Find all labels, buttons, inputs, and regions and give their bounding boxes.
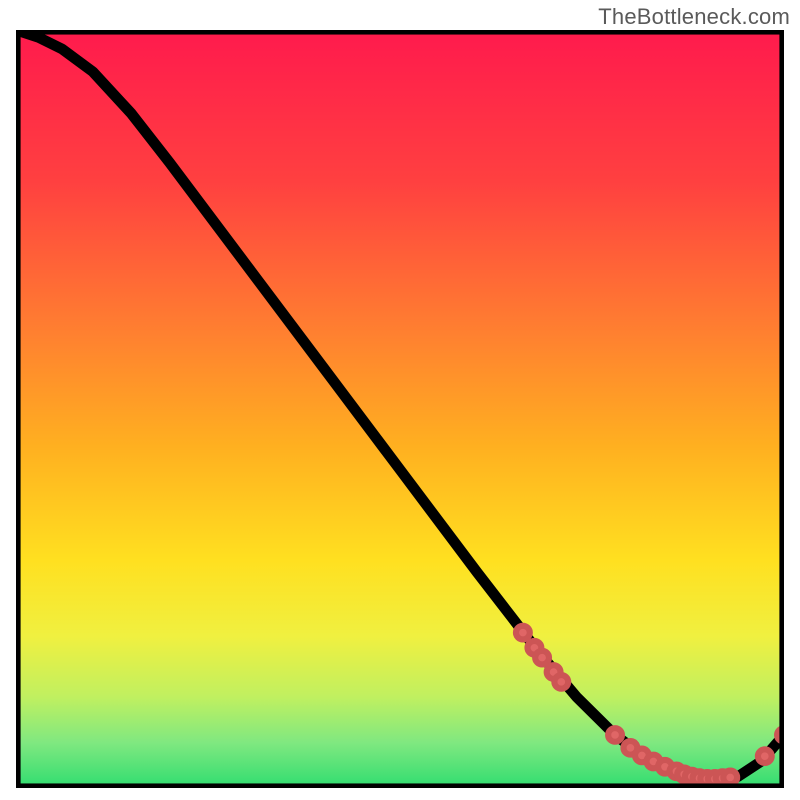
bottleneck-chart bbox=[16, 30, 784, 788]
plot-background bbox=[16, 30, 784, 788]
marker-dot bbox=[554, 675, 568, 689]
marker-dot bbox=[608, 728, 622, 742]
marker-dot bbox=[758, 749, 772, 763]
attribution-text: TheBottleneck.com bbox=[598, 4, 790, 30]
marker-dot bbox=[535, 651, 549, 665]
marker-dot bbox=[723, 771, 737, 785]
marker-dot bbox=[516, 626, 530, 640]
